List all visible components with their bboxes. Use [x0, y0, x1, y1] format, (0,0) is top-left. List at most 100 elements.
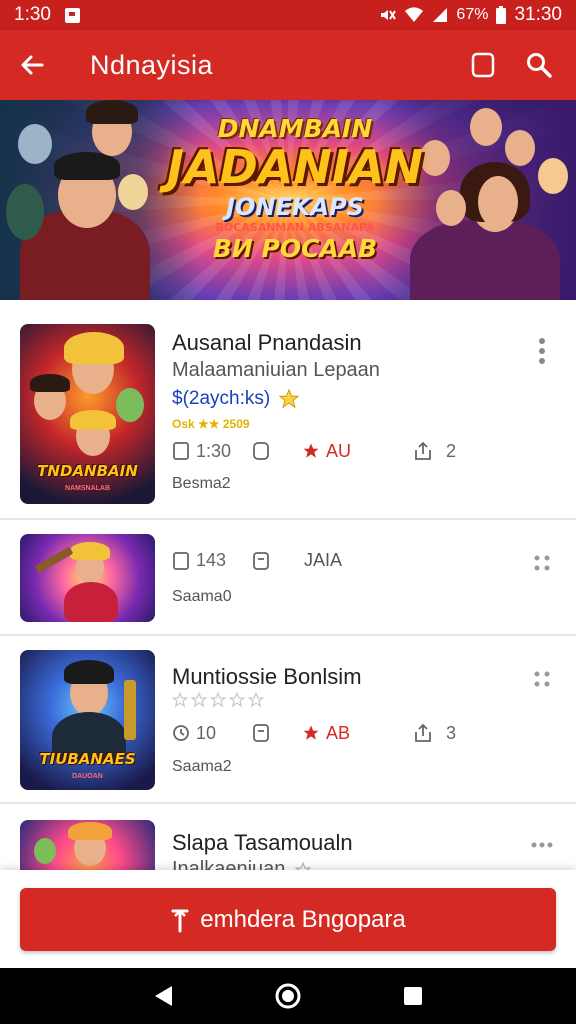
more-horiz-icon — [531, 842, 553, 848]
mute-icon — [381, 10, 397, 20]
meta-time-value: 1:30 — [196, 440, 232, 461]
thumb-weapon — [34, 546, 74, 574]
nav-home-button[interactable] — [268, 976, 308, 1016]
thumb-character-hair — [64, 332, 124, 364]
banner-text: DNAMBAIN JADANIAN JONEKAPS BOCASANMAN AB… — [150, 114, 440, 263]
meta-rating: AU — [302, 441, 412, 462]
banner-line-4: BOCASANMAN ABSANAPA — [215, 221, 375, 235]
hero-banner[interactable]: DNAMBAIN JADANIAN JONEKAPS BOCASANMAN AB… — [0, 100, 576, 300]
arrow-left-icon — [21, 55, 44, 75]
star-outline-icon — [191, 692, 207, 708]
meta-tag-value: AU — [326, 440, 352, 461]
share-icon — [415, 723, 431, 742]
clock-icon — [173, 725, 189, 741]
meta-save[interactable] — [252, 441, 292, 461]
status-time-left: 1:30 — [14, 4, 51, 25]
triangle-back-icon — [154, 986, 172, 1006]
item-subtitle-text: Inalkaeniuan — [172, 858, 286, 870]
banner-line-2: JADANIAN — [166, 140, 424, 194]
banner-character-face — [18, 124, 52, 164]
item-rating: Osk ★★ 2509 — [172, 417, 250, 431]
list-item[interactable]: 143 JAIA Saama0 — [0, 520, 576, 636]
list-item[interactable]: Slapa Tasamoualn Inalkaeniuan — [0, 804, 576, 870]
banner-character-face — [478, 176, 518, 228]
screen: 1:30 67% 31:30 Ndnayisia DNAMBAIN JADANI… — [0, 0, 576, 1024]
star-icon — [303, 725, 319, 740]
meta-save[interactable] — [252, 723, 292, 743]
list-item[interactable]: TIUBANAES DAUOAN Muntiossie Bonlsim 10 A… — [0, 636, 576, 804]
item-thumbnail — [20, 534, 155, 622]
nav-recents-button[interactable] — [393, 976, 433, 1016]
list-item[interactable]: TNDANBAIN NAMSNALAB Ausanal Pnandasin Ma… — [0, 300, 576, 520]
meta-share[interactable]: 3 — [412, 722, 456, 744]
search-button[interactable] — [522, 48, 556, 82]
thumb-character-hair — [64, 660, 114, 684]
thumb-character-hair — [70, 542, 110, 560]
thumb-character-hair — [68, 822, 112, 840]
thumb-character-body — [64, 582, 118, 622]
thumb-title: TIUBANAES — [39, 750, 136, 768]
share-icon — [415, 441, 431, 460]
banner-character-face — [436, 190, 466, 226]
battery-percent: 67% — [456, 6, 489, 23]
nav-back-button[interactable] — [143, 976, 183, 1016]
item-subtitle: Malaamaniuian Lepaan — [172, 359, 380, 381]
thumb-character-hair — [30, 374, 70, 392]
clock-icon — [173, 442, 189, 460]
more-vert-button[interactable] — [530, 336, 554, 366]
banner-character-face — [118, 174, 148, 210]
item-thumbnail — [20, 820, 155, 870]
item-price-row: $(2aych:ks) — [172, 388, 300, 410]
item-label: Besma2 — [172, 475, 231, 492]
more-vert-icon — [539, 338, 545, 364]
primary-action-label: emhdera Bngopara — [200, 905, 406, 933]
meta-save[interactable] — [252, 551, 292, 571]
star-outline-icon — [295, 861, 312, 870]
item-price: $(2aych:ks) — [172, 388, 271, 409]
meta-time: 10 — [172, 723, 252, 744]
pin-icon — [171, 908, 189, 932]
bookmark-button[interactable] — [466, 48, 500, 82]
calendar-icon — [253, 724, 269, 742]
banner-character-face — [470, 108, 502, 146]
thumb-subtitle: NAMSNALAB — [64, 485, 111, 492]
meta-time: 1:30 — [172, 441, 252, 462]
banner-line-3: JONEKAPS — [226, 193, 364, 222]
star-outline-icon — [248, 692, 264, 708]
wifi-icon — [405, 7, 424, 23]
item-thumbnail: TNDANBAIN NAMSNALAB — [20, 324, 155, 504]
primary-action-button[interactable]: emhdera Bngopara — [20, 888, 556, 951]
banner-character-face — [6, 184, 44, 240]
item-title: Slapa Tasamoualn — [172, 830, 353, 855]
meta-tag-value: JAIA — [304, 550, 343, 570]
square-icon — [471, 52, 495, 78]
item-subtitle: Inalkaeniuan — [172, 858, 312, 870]
star-icon — [278, 388, 300, 409]
meta-share[interactable]: 2 — [412, 440, 456, 462]
meta-rating: AB — [302, 723, 412, 744]
meta-time-value: 143 — [196, 550, 227, 570]
page-title: Ndnayisia — [90, 49, 214, 80]
banner-character-face — [505, 130, 535, 166]
star-icon — [303, 443, 319, 458]
item-meta: 143 JAIA — [172, 550, 342, 571]
back-button[interactable] — [0, 30, 64, 100]
bookmark-icon — [253, 442, 269, 460]
status-bar: 1:30 67% 31:30 — [0, 0, 576, 30]
more-button[interactable] — [530, 548, 554, 578]
battery-icon — [496, 6, 507, 24]
item-meta: 10 AB 3 — [172, 722, 456, 744]
notification-icon — [64, 7, 80, 23]
item-label: Saama2 — [172, 758, 232, 775]
more-horiz-button[interactable] — [530, 830, 554, 860]
star-outline-icon — [172, 692, 188, 708]
more-button[interactable] — [530, 664, 554, 694]
game-list: TNDANBAIN NAMSNALAB Ausanal Pnandasin Ma… — [0, 300, 576, 870]
meta-share-value: 2 — [446, 440, 457, 461]
banner-character-hair — [86, 100, 138, 124]
status-time-right: 31:30 — [514, 4, 562, 25]
item-thumbnail: TIUBANAES DAUOAN — [20, 650, 155, 790]
banner-line-5: ВИ РОСААВ — [212, 234, 378, 264]
thumb-character-face — [116, 388, 144, 422]
signal-icon — [433, 8, 448, 22]
